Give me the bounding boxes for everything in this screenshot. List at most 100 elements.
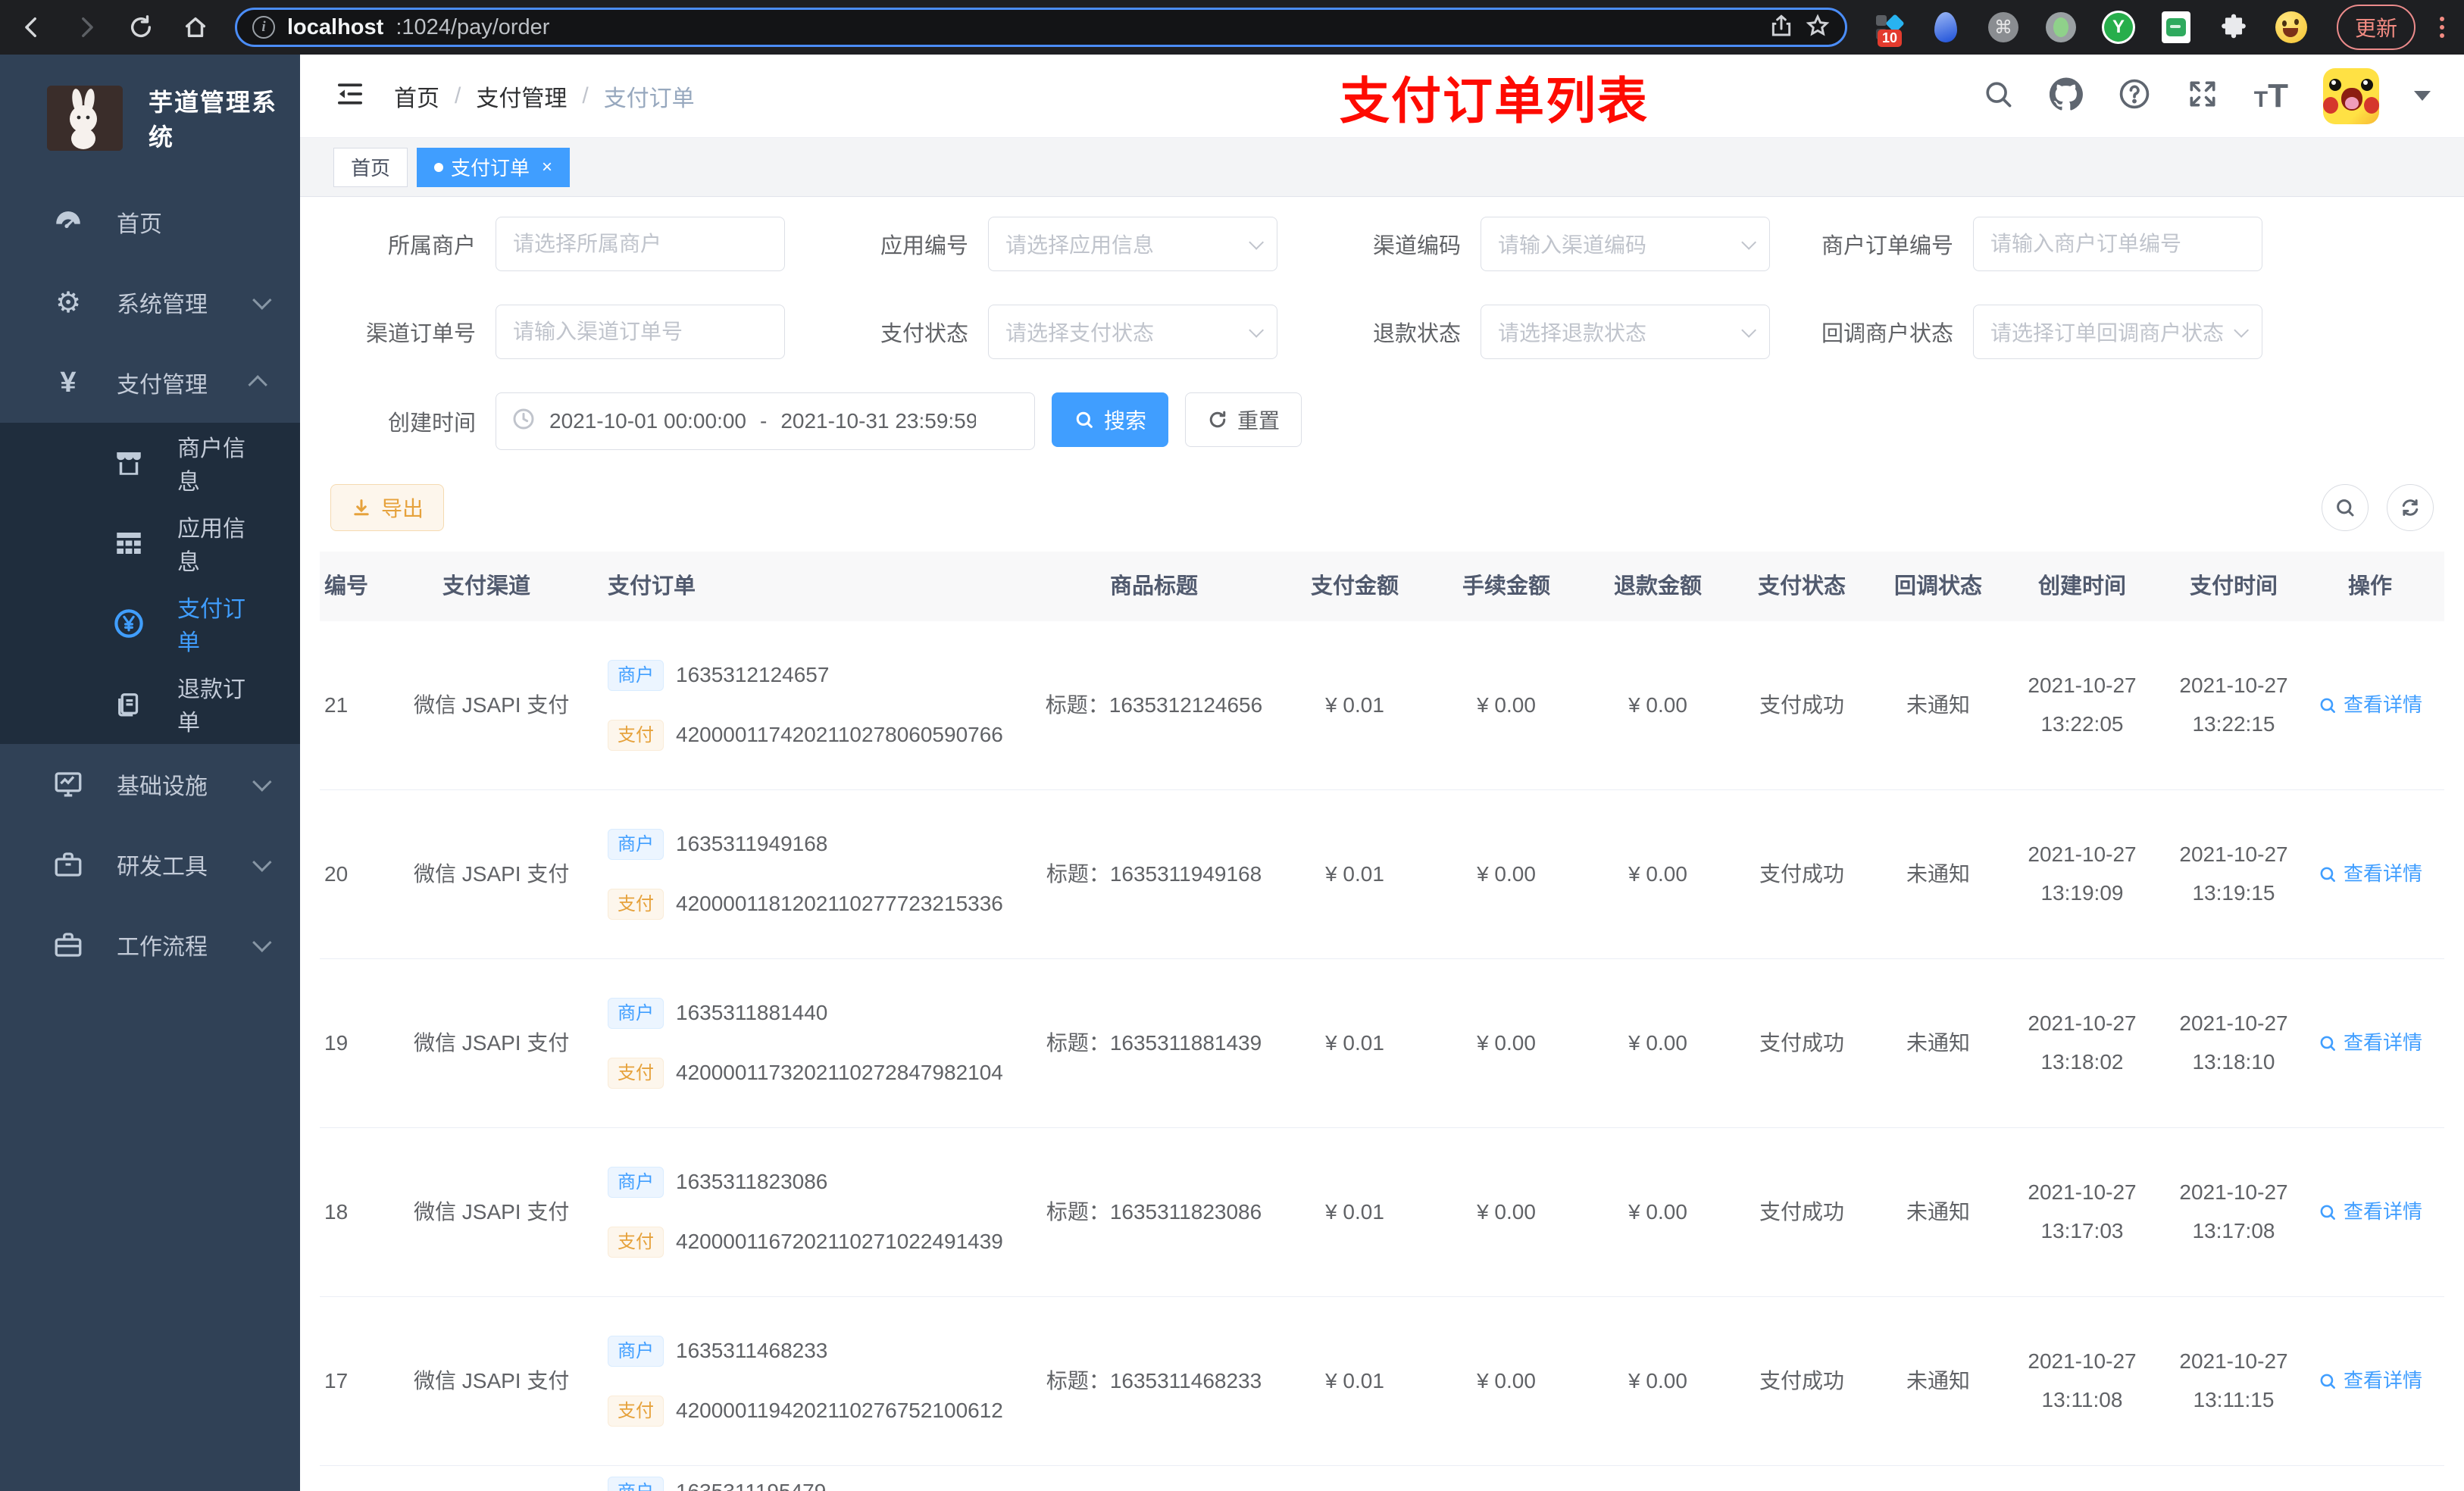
merchant-select-input[interactable]	[496, 217, 785, 271]
shop-icon	[111, 447, 147, 479]
view-detail-link[interactable]: 查看详情	[2318, 691, 2422, 720]
extension-gem-icon[interactable]	[1929, 11, 1962, 44]
date-start: 2021-10-01 00:00:00	[549, 409, 746, 433]
cell-title: 标题：1635311949168	[1046, 861, 1262, 886]
cell-pay-status: 支付成功	[1759, 861, 1844, 886]
tab-pay-order[interactable]: 支付订单 ×	[417, 147, 571, 187]
merchant-input[interactable]	[513, 232, 768, 256]
logo-image	[47, 86, 123, 151]
breadcrumb: 首页 / 支付管理 / 支付订单	[394, 80, 695, 113]
view-detail-label: 查看详情	[2343, 862, 2422, 886]
avatar-caret-icon[interactable]	[2414, 91, 2431, 101]
sidebar-item-merchant-info[interactable]: 商户信息	[0, 423, 300, 503]
help-icon[interactable]	[2118, 77, 2151, 114]
filter-row-3: 创建时间 2021-10-01 00:00:00 - 2021-10-31 23…	[330, 392, 2444, 450]
reset-button[interactable]: 重置	[1185, 392, 1302, 447]
pay-date: 2021-10-27	[2179, 674, 2288, 698]
user-avatar[interactable]	[2323, 67, 2379, 124]
cell-id: 17	[324, 1368, 349, 1393]
cell-channel: 微信 JSAPI 支付	[414, 692, 570, 717]
tab-home[interactable]: 首页	[333, 147, 408, 187]
extension-pinned-icon[interactable]: 10	[1871, 11, 1905, 47]
merchant-tag: 商户	[608, 659, 664, 691]
breadcrumb-pay[interactable]: 支付管理	[476, 80, 567, 113]
col-header-amount: 支付金额	[1310, 574, 1399, 599]
merchant-order-no: 1635312124657	[676, 663, 830, 687]
sidebar-item-workflow[interactable]: 工作流程	[0, 905, 300, 985]
export-button[interactable]: 导出	[330, 484, 445, 531]
refund-status-select[interactable]: 请选择退款状态	[1481, 305, 1770, 359]
browser-menu-icon[interactable]	[2440, 17, 2445, 38]
tab-close-icon[interactable]: ×	[542, 157, 552, 178]
merchant-order-no: 1635311881440	[676, 1001, 828, 1025]
filter-label: 所属商户	[387, 234, 476, 258]
forward-icon[interactable]	[71, 12, 102, 42]
channel-code-select[interactable]: 请输入渠道编码	[1481, 217, 1770, 271]
bookmark-star-icon[interactable]	[1806, 14, 1830, 42]
fullscreen-icon[interactable]	[2186, 77, 2219, 114]
view-detail-link[interactable]: 查看详情	[2318, 1198, 2422, 1227]
col-header-channel: 支付渠道	[442, 574, 531, 599]
search-icon[interactable]	[1981, 77, 2015, 114]
cell-title: 标题：1635311881439	[1046, 1030, 1262, 1055]
app-id-select[interactable]: 请选择应用信息	[988, 217, 1277, 271]
sidebar-item-dev-tools[interactable]: 研发工具	[0, 824, 300, 905]
sidebar: 芋道管理系统 首页 ⚙ 系统管理 ¥ 支付管理 商户信息 应用信息 支付订单 退…	[0, 55, 300, 1491]
profile-avatar-icon[interactable]	[2275, 11, 2308, 44]
extension-command-icon[interactable]: ⌘	[1987, 11, 2020, 44]
extension-y-icon[interactable]: Y	[2102, 11, 2135, 44]
reload-icon[interactable]	[126, 12, 156, 42]
cell-pay-status: 支付成功	[1759, 1030, 1844, 1055]
col-header-order: 支付订单	[608, 574, 696, 599]
sidebar-item-home[interactable]: 首页	[0, 182, 300, 262]
breadcrumb-home[interactable]: 首页	[394, 80, 439, 113]
pay-time: 13:18:10	[2192, 1050, 2275, 1074]
create-time: 13:17:03	[2040, 1219, 2124, 1242]
search-button[interactable]: 搜索	[1052, 392, 1169, 447]
filter-label: 支付状态	[880, 322, 968, 346]
sidebar-item-system[interactable]: ⚙ 系统管理	[0, 262, 300, 342]
create-time-range-input[interactable]: 2021-10-01 00:00:00 - 2021-10-31 23:59:5…	[496, 392, 1035, 450]
cell-refund: ¥ 0.00	[1628, 1030, 1687, 1055]
gear-icon: ⚙	[55, 286, 82, 319]
home-icon[interactable]	[180, 12, 211, 42]
pay-time: 13:19:15	[2192, 881, 2275, 905]
view-detail-link[interactable]: 查看详情	[2318, 1367, 2422, 1396]
sidebar-item-payment[interactable]: ¥ 支付管理	[0, 342, 300, 423]
cell-amount: ¥ 0.01	[1325, 1368, 1384, 1393]
app-logo[interactable]: 芋道管理系统	[0, 55, 300, 182]
font-size-icon[interactable]: TT	[2254, 77, 2288, 115]
address-bar[interactable]: i localhost :1024/pay/order	[235, 8, 1847, 47]
pay-order-no: 4200001194202110276752100612	[676, 1399, 1003, 1423]
share-icon[interactable]	[1769, 14, 1793, 42]
toolbox-icon	[50, 849, 86, 880]
callback-status-select[interactable]: 请选择订单回调商户状态	[1973, 305, 2262, 359]
merchant-order-no-input[interactable]	[1973, 217, 2262, 271]
back-icon[interactable]	[17, 12, 47, 42]
sidebar-item-infrastructure[interactable]: 基础设施	[0, 744, 300, 824]
browser-update-button[interactable]: 更新	[2337, 5, 2416, 50]
create-time: 13:11:08	[2041, 1388, 2123, 1411]
view-detail-link[interactable]: 查看详情	[2318, 860, 2422, 889]
table-toolbar: 导出	[330, 483, 2444, 532]
sidebar-item-app-info[interactable]: 应用信息	[0, 503, 300, 583]
extension-record-icon[interactable]	[2044, 11, 2078, 44]
site-info-icon[interactable]: i	[252, 16, 275, 39]
cell-pay-status: 支付成功	[1759, 692, 1844, 717]
github-icon[interactable]	[2049, 77, 2083, 114]
sidebar-collapse-icon[interactable]	[333, 77, 367, 114]
cell-fee: ¥ 0.00	[1477, 692, 1536, 717]
magnifier-icon	[2320, 1205, 2335, 1220]
create-date: 2021-10-27	[2028, 1180, 2137, 1205]
channel-order-no-input[interactable]	[496, 305, 785, 359]
cell-refund: ¥ 0.00	[1628, 692, 1687, 717]
show-search-toggle-button[interactable]	[2322, 484, 2369, 531]
tab-active-dot	[434, 162, 444, 172]
extension-chat-icon[interactable]	[2159, 11, 2193, 44]
pay-status-select[interactable]: 请选择支付状态	[988, 305, 1277, 359]
sidebar-item-pay-order[interactable]: 支付订单	[0, 583, 300, 664]
sidebar-item-refund-order[interactable]: 退款订单	[0, 664, 300, 744]
extensions-puzzle-icon[interactable]	[2217, 11, 2250, 44]
refresh-table-button[interactable]	[2387, 484, 2434, 531]
view-detail-link[interactable]: 查看详情	[2318, 1029, 2422, 1058]
